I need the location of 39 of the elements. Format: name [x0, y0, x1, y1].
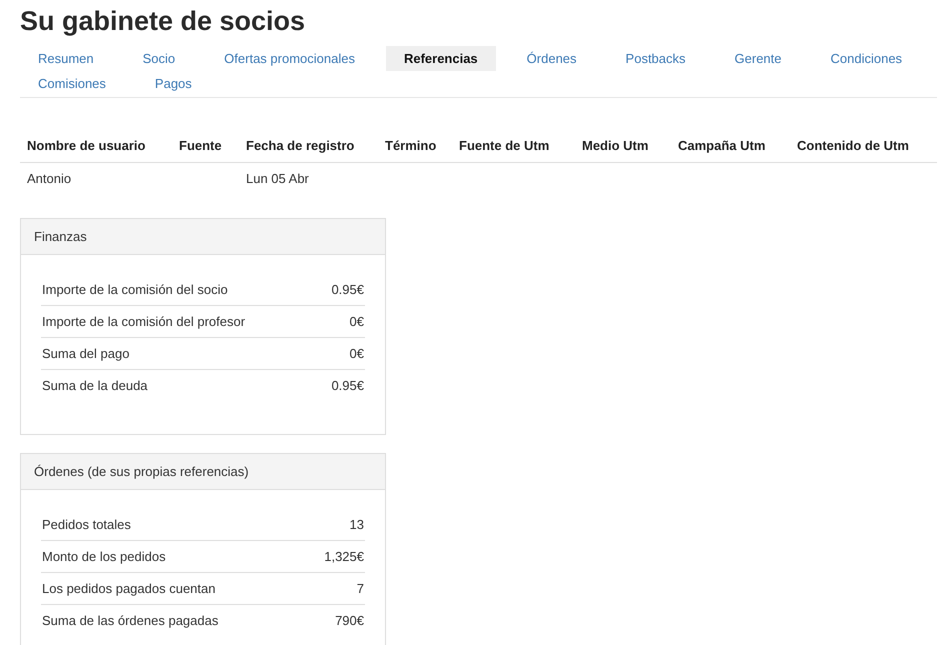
- table-cell: Lun 05 Abr: [246, 171, 309, 186]
- column-header: Fuente: [179, 138, 222, 153]
- page-title: Su gabinete de socios: [20, 6, 306, 37]
- stat-label: Monto de los pedidos: [41, 549, 166, 564]
- column-header: Fuente de Utm: [459, 138, 550, 153]
- stat-value: 0€: [350, 314, 365, 329]
- panel-header: Finanzas: [21, 219, 385, 255]
- stat-label: Importe de la comisión del socio: [41, 282, 228, 297]
- stat-value: 0€: [350, 346, 365, 361]
- stat-value: 13: [350, 517, 365, 532]
- tab[interactable]: Órdenes: [508, 46, 595, 71]
- stat-label: Suma de las órdenes pagadas: [41, 613, 218, 628]
- tab[interactable]: Pagos: [136, 71, 210, 96]
- tab[interactable]: Referencias: [386, 46, 496, 71]
- column-header: Contenido de Utm: [797, 138, 909, 153]
- stat-value: 1,325€: [324, 549, 365, 564]
- tab[interactable]: Resumen: [20, 46, 112, 71]
- tab[interactable]: Gerente: [716, 46, 800, 71]
- column-header: Fecha de registro: [246, 138, 354, 153]
- column-header: Nombre de usuario: [27, 138, 146, 153]
- tab[interactable]: Postbacks: [608, 46, 704, 71]
- stat-value: 7: [356, 581, 365, 596]
- column-header: Medio Utm: [582, 138, 648, 153]
- tab[interactable]: Comisiones: [20, 71, 124, 96]
- tab[interactable]: Condiciones: [812, 46, 920, 71]
- table-cell: Antonio: [27, 171, 72, 186]
- stat-label: Suma del pago: [41, 346, 130, 361]
- tab[interactable]: Ofertas promocionales: [206, 46, 373, 71]
- panel-header: Órdenes (de sus propias referencias): [21, 454, 385, 490]
- stat-value: 0.95€: [331, 378, 365, 393]
- tab[interactable]: Socio: [124, 46, 194, 71]
- stat-label: Importe de la comisión del profesor: [41, 314, 246, 329]
- stat-label: Los pedidos pagados cuentan: [41, 581, 216, 596]
- column-header: Campaña Utm: [678, 138, 766, 153]
- stat-value: 790€: [335, 613, 365, 628]
- column-header: Término: [385, 138, 436, 153]
- stat-value: 0.95€: [331, 282, 365, 297]
- stat-label: Pedidos totales: [41, 517, 131, 532]
- stat-label: Suma de la deuda: [41, 378, 148, 393]
